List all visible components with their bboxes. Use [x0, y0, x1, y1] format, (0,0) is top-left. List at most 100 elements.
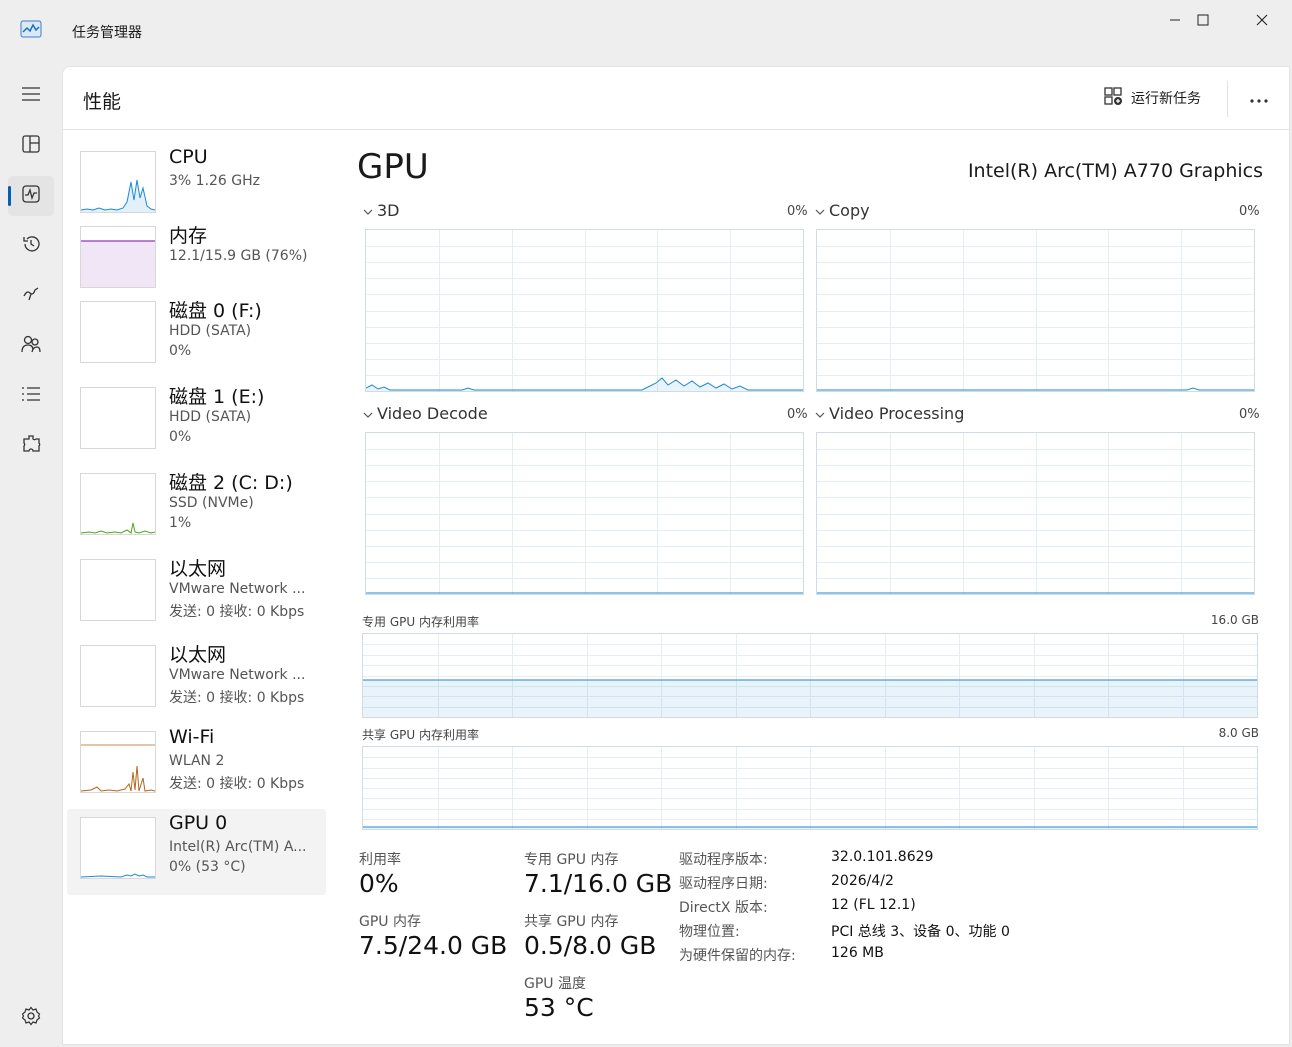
menu-button[interactable] — [8, 76, 54, 116]
engine-graph-video-decode — [365, 432, 804, 595]
device-item-disk-1[interactable]: 磁盘 1 (E:) HDD (SATA) 0% — [67, 379, 326, 465]
dedicated-memory-graph-label: 专用 GPU 内存利用率 — [362, 615, 479, 629]
chevron-down-icon — [815, 404, 825, 423]
gpu-title: GPU — [357, 147, 429, 187]
utilization-label: 利用率 — [359, 852, 401, 868]
device-item-gpu-0[interactable]: GPU 0 Intel(R) Arc(TM) A... 0% (53 °C) — [67, 809, 326, 895]
maximize-button[interactable] — [1174, 0, 1232, 40]
dedicated-memory-label: 专用 GPU 内存 — [524, 852, 619, 868]
navigation-rail — [0, 64, 62, 1047]
engine-selector-3d[interactable]: 3D — [363, 201, 400, 220]
engine-percent: 0% — [787, 407, 808, 422]
device-usage: 发送: 0 接收: 0 Kbps — [169, 604, 305, 620]
device-name: 以太网 — [169, 644, 227, 666]
device-thumbnail — [80, 301, 156, 363]
grid-copy — [817, 230, 1254, 391]
task-manager-app-icon — [20, 20, 42, 38]
device-usage: 0% (53 °C) — [169, 859, 246, 875]
shared-memory-value: 0.5/8.0 GB — [524, 931, 657, 960]
engine-label: 3D — [377, 201, 400, 220]
directx-version-key: DirectX 版本: — [679, 900, 768, 916]
device-name: GPU 0 — [169, 812, 228, 834]
directx-version-value: 12 (FL 12.1) — [831, 897, 916, 913]
device-thumbnail — [80, 226, 156, 288]
grid-sh — [363, 747, 1257, 829]
device-detail: HDD (SATA) — [169, 409, 252, 425]
engine-percent: 0% — [1239, 204, 1260, 219]
grid-ded — [363, 634, 1257, 717]
device-detail: 12.1/15.9 GB (76%) — [169, 248, 308, 264]
engine-percent: 0% — [1239, 407, 1260, 422]
nav-app-history[interactable] — [8, 226, 54, 266]
hardware-reserved-memory-key: 为硬件保留的内存: — [679, 948, 796, 964]
device-detail: WLAN 2 — [169, 753, 225, 769]
device-name: 内存 — [169, 225, 208, 247]
gpu-memory-value: 7.5/24.0 GB — [359, 931, 508, 960]
device-item-disk-2[interactable]: 磁盘 2 (C: D:) SSD (NVMe) 1% — [67, 465, 326, 551]
hardware-reserved-memory-value: 126 MB — [831, 945, 884, 961]
usage-area — [366, 378, 803, 391]
driver-version-key: 驱动程序版本: — [679, 852, 768, 868]
device-item-wifi[interactable]: Wi-Fi WLAN 2 发送: 0 接收: 0 Kbps — [67, 723, 326, 809]
device-name: 磁盘 2 (C: D:) — [169, 472, 293, 494]
engine-percent: 0% — [787, 204, 808, 219]
gpu-memory-label: GPU 内存 — [359, 914, 421, 930]
device-name: CPU — [169, 146, 208, 168]
device-item-cpu[interactable]: CPU 3% 1.26 GHz — [67, 143, 326, 229]
processes-icon — [21, 134, 41, 158]
device-thumbnail — [80, 817, 156, 879]
nav-processes[interactable] — [8, 126, 54, 166]
device-item-ethernet-1[interactable]: 以太网 VMware Network ... 发送: 0 接收: 0 Kbps — [67, 551, 326, 637]
gpu-temperature-label: GPU 温度 — [524, 976, 586, 992]
close-button[interactable] — [1233, 0, 1291, 40]
device-detail: Intel(R) Arc(TM) A... — [169, 839, 307, 855]
nav-settings[interactable] — [8, 998, 54, 1038]
device-detail: VMware Network ... — [169, 667, 306, 683]
utilization-value: 0% — [359, 869, 399, 898]
services-puzzle-icon — [21, 434, 41, 458]
engine-selector-video-decode[interactable]: Video Decode — [363, 404, 488, 423]
physical-location-value: PCI 总线 3、设备 0、功能 0 — [831, 924, 1010, 940]
device-item-disk-0[interactable]: 磁盘 0 (F:) HDD (SATA) 0% — [67, 293, 326, 379]
shared-memory-graph-label: 共享 GPU 内存利用率 — [362, 728, 479, 742]
physical-location-key: 物理位置: — [679, 924, 740, 940]
device-item-ethernet-2[interactable]: 以太网 VMware Network ... 发送: 0 接收: 0 Kbps — [67, 637, 326, 723]
device-thumbnail — [80, 473, 156, 535]
users-icon — [21, 334, 41, 358]
nav-performance[interactable] — [8, 176, 54, 216]
engine-graph-video-processing — [816, 432, 1255, 595]
dedicated-memory-graph — [362, 633, 1258, 718]
engine-selector-video-processing[interactable]: Video Processing — [815, 404, 964, 423]
chevron-down-icon — [363, 404, 373, 423]
nav-startup[interactable] — [8, 276, 54, 316]
engine-selector-copy[interactable]: Copy — [815, 201, 870, 220]
device-usage: 0% — [169, 343, 192, 359]
nav-details[interactable] — [8, 376, 54, 416]
engine-graph-copy — [816, 229, 1255, 392]
device-detail: SSD (NVMe) — [169, 495, 254, 511]
engine-label: Copy — [829, 201, 870, 220]
shared-memory-max: 8.0 GB — [1218, 726, 1259, 740]
device-detail: HDD (SATA) — [169, 323, 252, 339]
grid-vp — [817, 433, 1254, 594]
nav-users[interactable] — [8, 326, 54, 366]
device-name: 以太网 — [169, 558, 227, 580]
usage-area — [363, 680, 1257, 717]
engine-label: Video Processing — [829, 404, 965, 423]
device-name: 磁盘 0 (F:) — [169, 300, 262, 322]
device-detail: VMware Network ... — [169, 581, 306, 597]
device-thumbnail — [80, 151, 156, 213]
active-indicator — [8, 186, 11, 206]
dedicated-memory-max: 16.0 GB — [1210, 613, 1259, 627]
shared-memory-label: 共享 GPU 内存 — [524, 914, 619, 930]
device-usage: 发送: 0 接收: 0 Kbps — [169, 690, 305, 706]
driver-date-value: 2026/4/2 — [831, 873, 894, 889]
device-usage: 发送: 0 接收: 0 Kbps — [169, 776, 305, 792]
engine-label: Video Decode — [377, 404, 488, 423]
device-name: 磁盘 1 (E:) — [169, 386, 265, 408]
gpu-detail-panel: GPU Intel(R) Arc(TM) A770 Graphics 3D 0%… — [353, 67, 1291, 1046]
nav-services[interactable] — [8, 426, 54, 466]
device-item-memory[interactable]: 内存 12.1/15.9 GB (76%) — [67, 218, 326, 304]
device-thumbnail — [80, 645, 156, 707]
device-thumbnail — [80, 387, 156, 449]
